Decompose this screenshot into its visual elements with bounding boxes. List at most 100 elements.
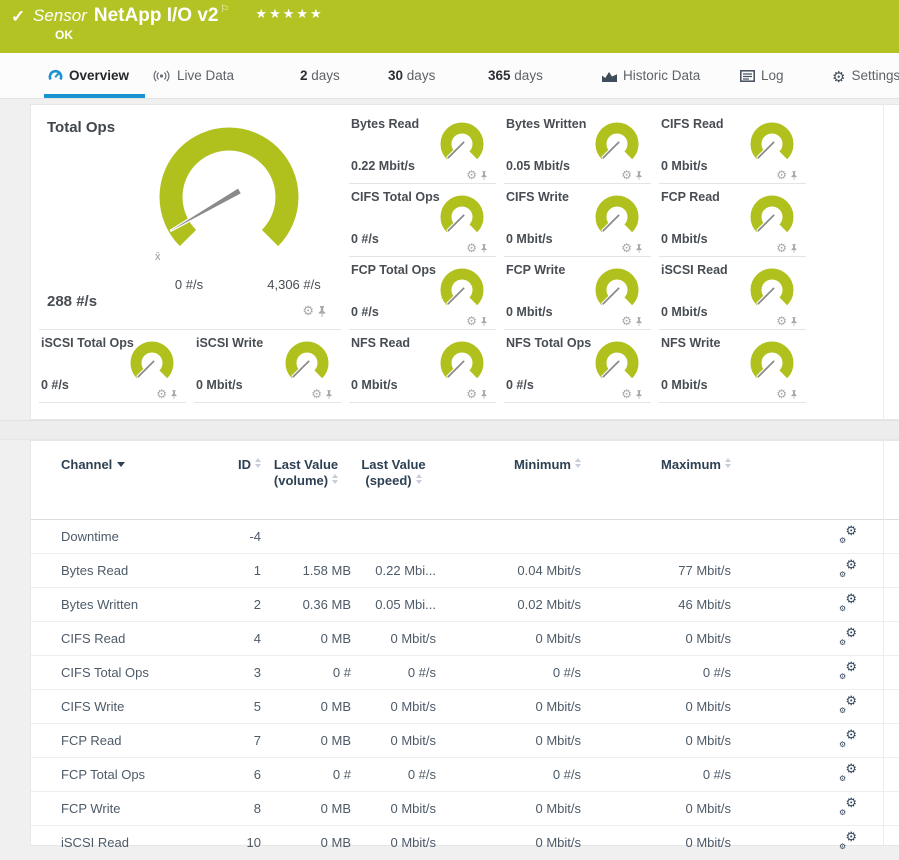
tab-2-days-unit: days bbox=[311, 68, 340, 83]
gauge-settings-gear-icon[interactable]: ⚙ bbox=[466, 315, 477, 327]
minimum-value: 0 Mbit/s bbox=[436, 733, 581, 748]
channel-settings-gears-icon[interactable]: ⚙⚙ bbox=[839, 562, 857, 577]
sort-desc-icon bbox=[117, 462, 125, 467]
mini-gauge-chart bbox=[745, 268, 799, 308]
minimum-value: 0 Mbit/s bbox=[436, 801, 581, 816]
channel-settings-gears-icon[interactable]: ⚙⚙ bbox=[839, 528, 857, 543]
channel-name: Bytes Written bbox=[61, 597, 211, 612]
priority-flag-icon[interactable]: ⚐ bbox=[220, 4, 229, 15]
pin-icon[interactable] bbox=[790, 170, 798, 181]
table-row: Bytes Read 1 1.58 MB 0.22 Mbi... 0.04 Mb… bbox=[31, 554, 899, 588]
gauge-max-label: 4,306 #/s bbox=[251, 277, 337, 292]
minimum-value: 0 #/s bbox=[436, 665, 581, 680]
tab-365-days-number: 365 bbox=[488, 68, 511, 83]
channel-name: FCP Read bbox=[61, 733, 211, 748]
pin-icon[interactable] bbox=[790, 316, 798, 327]
area-chart-icon bbox=[602, 55, 617, 100]
column-header-id[interactable]: ID bbox=[211, 457, 261, 519]
column-header-last-value-speed[interactable]: Last Value (speed) bbox=[351, 457, 436, 519]
last-value-speed: 0 Mbit/s bbox=[351, 835, 436, 850]
pin-icon[interactable] bbox=[325, 389, 333, 400]
log-list-icon bbox=[740, 55, 755, 100]
tab-30-days-unit: days bbox=[407, 68, 436, 83]
gauge-settings-gear-icon[interactable]: ⚙ bbox=[466, 388, 477, 400]
pin-icon[interactable] bbox=[635, 316, 643, 327]
channel-settings-gears-icon[interactable]: ⚙⚙ bbox=[839, 630, 857, 645]
gauge-settings-gear-icon[interactable]: ⚙ bbox=[621, 169, 632, 181]
gauge-tile-fcp-write: FCP Write 0 Mbit/s ⚙ bbox=[504, 257, 651, 330]
gauge-title: CIFS Total Ops bbox=[351, 190, 440, 204]
tab-overview-label: Overview bbox=[69, 68, 129, 83]
gauge-current-value: 0 #/s bbox=[351, 232, 379, 246]
channel-settings-gears-icon[interactable]: ⚙⚙ bbox=[839, 596, 857, 611]
tab-30-days[interactable]: 30 days bbox=[388, 53, 435, 98]
sensor-status-text: OK bbox=[55, 28, 73, 42]
channel-id: 4 bbox=[211, 631, 261, 646]
mini-gauge-chart bbox=[435, 341, 489, 381]
gauge-current-value: 288 #/s bbox=[47, 293, 97, 310]
gauge-tile-bytes-written: Bytes Written 0.05 Mbit/s ⚙ bbox=[504, 111, 651, 184]
pin-icon[interactable] bbox=[480, 243, 488, 254]
pin-icon[interactable] bbox=[170, 389, 178, 400]
gauge-settings-gear-icon[interactable]: ⚙ bbox=[776, 315, 787, 327]
channel-settings-gears-icon[interactable]: ⚙⚙ bbox=[839, 800, 857, 815]
gauge-settings-gear-icon[interactable]: ⚙ bbox=[776, 169, 787, 181]
column-header-channel[interactable]: Channel bbox=[61, 457, 211, 519]
last-value-speed: 0 Mbit/s bbox=[351, 801, 436, 816]
gauge-settings-gear-icon[interactable]: ⚙ bbox=[466, 169, 477, 181]
tab-overview[interactable]: Overview bbox=[48, 53, 129, 98]
pin-icon[interactable] bbox=[317, 305, 327, 318]
gauge-settings-gear-icon[interactable]: ⚙ bbox=[621, 315, 632, 327]
pin-icon[interactable] bbox=[635, 243, 643, 254]
tab-historic-data[interactable]: Historic Data bbox=[602, 53, 700, 98]
gauge-title: Bytes Written bbox=[506, 117, 586, 131]
gauge-title: iSCSI Write bbox=[196, 336, 263, 350]
channel-settings-gears-icon[interactable]: ⚙⚙ bbox=[839, 732, 857, 747]
tab-log-label: Log bbox=[761, 68, 784, 83]
gauge-settings-gear-icon[interactable]: ⚙ bbox=[302, 303, 314, 319]
gauge-current-value: 0 Mbit/s bbox=[351, 378, 398, 392]
channel-settings-gears-icon[interactable]: ⚙⚙ bbox=[839, 698, 857, 713]
maximum-value: 0 #/s bbox=[581, 767, 731, 782]
pin-icon[interactable] bbox=[635, 389, 643, 400]
priority-stars[interactable]: ★★★★★ bbox=[255, 6, 323, 21]
gauge-current-value: 0 #/s bbox=[351, 305, 379, 319]
gauge-settings-gear-icon[interactable]: ⚙ bbox=[156, 388, 167, 400]
gauge-settings-gear-icon[interactable]: ⚙ bbox=[621, 242, 632, 254]
gauge-tile-bytes-read: Bytes Read 0.22 Mbit/s ⚙ bbox=[349, 111, 496, 184]
channel-settings-gears-icon[interactable]: ⚙⚙ bbox=[839, 766, 857, 781]
mini-gauge-chart bbox=[745, 195, 799, 235]
column-header-last-value-volume[interactable]: Last Value (volume) bbox=[261, 457, 351, 519]
gauge-settings-gear-icon[interactable]: ⚙ bbox=[621, 388, 632, 400]
pin-icon[interactable] bbox=[480, 170, 488, 181]
table-row: CIFS Write 5 0 MB 0 Mbit/s 0 Mbit/s 0 Mb… bbox=[31, 690, 899, 724]
tab-365-days[interactable]: 365 days bbox=[488, 53, 543, 98]
tab-log[interactable]: Log bbox=[740, 53, 784, 98]
pin-icon[interactable] bbox=[635, 170, 643, 181]
tab-settings[interactable]: ⚙Settings bbox=[832, 53, 899, 98]
broadcast-icon bbox=[152, 55, 171, 100]
mini-gauge-chart bbox=[745, 122, 799, 162]
gauge-settings-gear-icon[interactable]: ⚙ bbox=[311, 388, 322, 400]
tab-2-days[interactable]: 2 days bbox=[300, 53, 340, 98]
gauge-settings-gear-icon[interactable]: ⚙ bbox=[466, 242, 477, 254]
column-header-minimum[interactable]: Minimum bbox=[436, 457, 581, 519]
gauge-title: CIFS Write bbox=[506, 190, 569, 204]
table-row: FCP Total Ops 6 0 # 0 #/s 0 #/s 0 #/s ⚙⚙ bbox=[31, 758, 899, 792]
column-header-maximum[interactable]: Maximum bbox=[581, 457, 731, 519]
gauge-settings-gear-icon[interactable]: ⚙ bbox=[776, 388, 787, 400]
gauge-current-value: 0 #/s bbox=[41, 378, 69, 392]
pin-icon[interactable] bbox=[790, 389, 798, 400]
pin-icon[interactable] bbox=[790, 243, 798, 254]
pin-icon[interactable] bbox=[480, 316, 488, 327]
table-row: iSCSI Read 10 0 MB 0 Mbit/s 0 Mbit/s 0 M… bbox=[31, 826, 899, 860]
pin-icon[interactable] bbox=[480, 389, 488, 400]
mini-gauge-chart bbox=[590, 341, 644, 381]
tab-live-data[interactable]: Live Data bbox=[152, 53, 234, 98]
gauge-tile-total-ops: Total Ops x̄ 0 #/s 4,306 #/s 288 #/s ⚙ bbox=[39, 111, 341, 330]
channel-settings-gears-icon[interactable]: ⚙⚙ bbox=[839, 834, 857, 849]
table-row: CIFS Read 4 0 MB 0 Mbit/s 0 Mbit/s 0 Mbi… bbox=[31, 622, 899, 656]
minimum-value: 0 Mbit/s bbox=[436, 835, 581, 850]
gauge-settings-gear-icon[interactable]: ⚙ bbox=[776, 242, 787, 254]
channel-settings-gears-icon[interactable]: ⚙⚙ bbox=[839, 664, 857, 679]
